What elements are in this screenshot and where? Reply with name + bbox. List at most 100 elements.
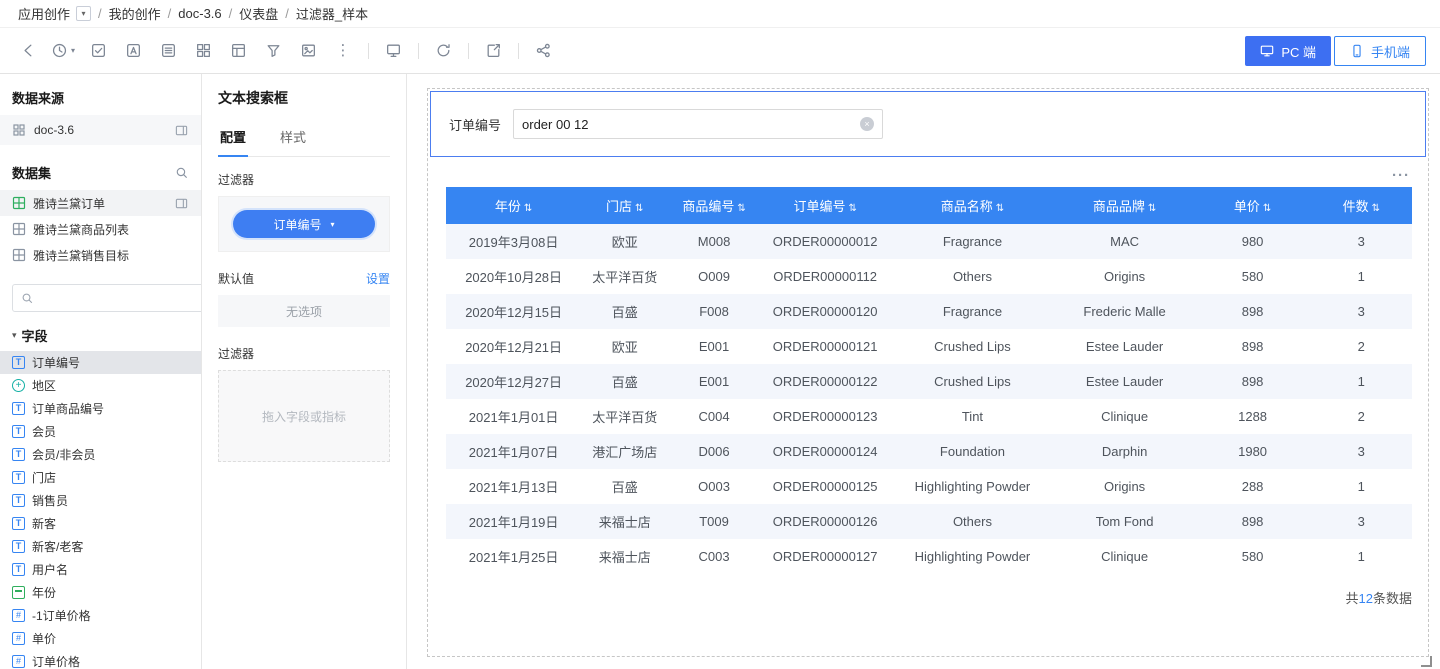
image-icon[interactable] (294, 37, 322, 65)
chevron-down-icon[interactable]: ▾ (76, 6, 91, 21)
field-search-box[interactable] (12, 284, 202, 312)
field-item[interactable]: 地区 (0, 374, 201, 397)
panel-toggle-icon[interactable] (174, 197, 189, 210)
panel-toggle-icon[interactable] (174, 124, 189, 137)
mobile-view-button[interactable]: 手机端 (1334, 36, 1426, 66)
field-list: 订单编号 地区 订单商品编号 会员 (0, 351, 201, 669)
config-tab[interactable]: 样式 (278, 118, 308, 157)
more-options-icon[interactable]: ··· (1392, 168, 1410, 183)
table-row[interactable]: 2020年12月27日 百盛 E001 ORDER00000122 Crushe… (446, 364, 1412, 399)
dataset-item[interactable]: 雅诗兰黛商品列表 (0, 216, 201, 242)
column-header[interactable]: 门店⇅ (581, 187, 668, 224)
sort-icon[interactable]: ⇅ (524, 203, 532, 214)
table-cell: 2 (1311, 329, 1412, 364)
sort-icon[interactable]: ⇅ (1148, 203, 1156, 214)
field-label: 会员 (32, 423, 56, 440)
breadcrumb-item[interactable]: doc-3.6 (178, 6, 221, 21)
column-header[interactable]: 订单编号⇅ (760, 187, 890, 224)
field-item[interactable]: 会员/非会员 (0, 443, 201, 466)
table-row[interactable]: 2020年10月28日 太平洋百货 O009 ORDER00000112 Oth… (446, 259, 1412, 294)
table-cell: O003 (668, 469, 760, 504)
field-item[interactable]: 新客/老客 (0, 535, 201, 558)
filter-section-label: 过滤器 (218, 171, 390, 188)
table-row[interactable]: 2021年1月13日 百盛 O003 ORDER00000125 Highlig… (446, 469, 1412, 504)
field-item[interactable]: -1订单价格 (0, 604, 201, 627)
filter-search-input[interactable] (522, 117, 860, 132)
field-dropzone[interactable]: 拖入字段或指标 (218, 370, 390, 462)
dataset-item[interactable]: 雅诗兰黛销售目标 (0, 242, 201, 268)
sort-icon[interactable]: ⇅ (1263, 203, 1271, 214)
field-item[interactable]: 订单价格 (0, 650, 201, 669)
dataset-label: 雅诗兰黛订单 (33, 195, 167, 212)
breadcrumb-item[interactable]: 我的创作 (109, 4, 161, 23)
column-header[interactable]: 件数⇅ (1311, 187, 1412, 224)
fields-header[interactable]: ▾ 字段 (0, 326, 201, 345)
breadcrumb-item[interactable]: 仪表盘 (239, 4, 278, 23)
pc-view-button[interactable]: PC 端 (1245, 36, 1331, 66)
table-row[interactable]: 2021年1月07日 港汇广场店 D006 ORDER00000124 Foun… (446, 434, 1412, 469)
history-icon[interactable]: ▾ (49, 37, 77, 65)
column-header[interactable]: 商品名称⇅ (890, 187, 1054, 224)
field-item[interactable]: 订单编号 (0, 351, 201, 374)
field-item[interactable]: 门店 (0, 466, 201, 489)
app-create-menu[interactable]: 应用创作 ▾ (18, 4, 91, 23)
field-item[interactable]: 年份 (0, 581, 201, 604)
text-icon[interactable] (119, 37, 147, 65)
table-row[interactable]: 2019年3月08日 欧亚 M008 ORDER00000012 Fragran… (446, 224, 1412, 259)
component-icon[interactable] (84, 37, 112, 65)
filter-icon[interactable] (259, 37, 287, 65)
search-filter-widget[interactable]: 订单编号 × (430, 91, 1426, 157)
field-search-input[interactable] (40, 291, 195, 305)
back-icon[interactable] (14, 37, 42, 65)
field-item[interactable]: 订单商品编号 (0, 397, 201, 420)
table-cell: 太平洋百货 (581, 399, 668, 434)
table-cell: 2020年12月21日 (446, 329, 581, 364)
field-item[interactable]: 单价 (0, 627, 201, 650)
table-row[interactable]: 2020年12月21日 欧亚 E001 ORDER00000121 Crushe… (446, 329, 1412, 364)
table-cell: 2021年1月01日 (446, 399, 581, 434)
breadcrumb-item[interactable]: 过滤器_样本 (296, 4, 368, 23)
list-icon[interactable] (154, 37, 182, 65)
field-item[interactable]: 会员 (0, 420, 201, 443)
column-label: 门店 (606, 199, 632, 214)
dataset-item[interactable]: 雅诗兰黛订单 (0, 190, 201, 216)
layout-icon[interactable] (189, 37, 217, 65)
sort-icon[interactable]: ⇅ (1372, 203, 1380, 214)
table-row[interactable]: 2021年1月25日 来福士店 C003 ORDER00000127 Highl… (446, 539, 1412, 574)
sort-icon[interactable]: ⇅ (848, 203, 856, 214)
fields-title: 字段 (22, 326, 48, 345)
export-icon[interactable] (479, 37, 507, 65)
default-value-set-link[interactable]: 设置 (366, 270, 390, 287)
config-tab[interactable]: 配置 (218, 118, 248, 157)
clear-icon[interactable]: × (860, 117, 874, 131)
preview-icon[interactable] (379, 37, 407, 65)
row-count: 12 (1359, 591, 1373, 606)
sort-icon[interactable]: ⇅ (737, 203, 745, 214)
column-header[interactable]: 单价⇅ (1195, 187, 1311, 224)
field-type-icon (12, 586, 25, 599)
data-source-item[interactable]: doc-3.6 (0, 115, 201, 145)
more-vertical-icon[interactable]: ⋮ (329, 37, 357, 65)
filter-field-pill[interactable]: 订单编号 ▾ (233, 210, 375, 238)
sort-icon[interactable]: ⇅ (996, 203, 1004, 214)
table-row[interactable]: 2020年12月15日 百盛 F008 ORDER00000120 Fragra… (446, 294, 1412, 329)
resize-handle[interactable] (1421, 656, 1432, 667)
field-item[interactable]: 用户名 (0, 558, 201, 581)
table-icon[interactable] (224, 37, 252, 65)
column-header[interactable]: 年份⇅ (446, 187, 581, 224)
field-item[interactable]: 新客 (0, 512, 201, 535)
refresh-icon[interactable] (429, 37, 457, 65)
data-source-label: doc-3.6 (34, 123, 166, 137)
table-row[interactable]: 2021年1月19日 来福士店 T009 ORDER00000126 Other… (446, 504, 1412, 539)
share-icon[interactable] (529, 37, 557, 65)
table-footer: 共12条数据 (446, 588, 1412, 607)
column-header[interactable]: 商品编号⇅ (668, 187, 760, 224)
table-cell: 1 (1311, 539, 1412, 574)
dashboard-canvas[interactable]: 订单编号 × ··· 年份⇅ (407, 74, 1440, 669)
column-header[interactable]: 商品品牌⇅ (1055, 187, 1195, 224)
sort-icon[interactable]: ⇅ (635, 203, 643, 214)
field-item[interactable]: 销售员 (0, 489, 201, 512)
field-label: 用户名 (32, 561, 68, 578)
table-row[interactable]: 2021年1月01日 太平洋百货 C004 ORDER00000123 Tint… (446, 399, 1412, 434)
search-icon[interactable] (175, 166, 189, 180)
